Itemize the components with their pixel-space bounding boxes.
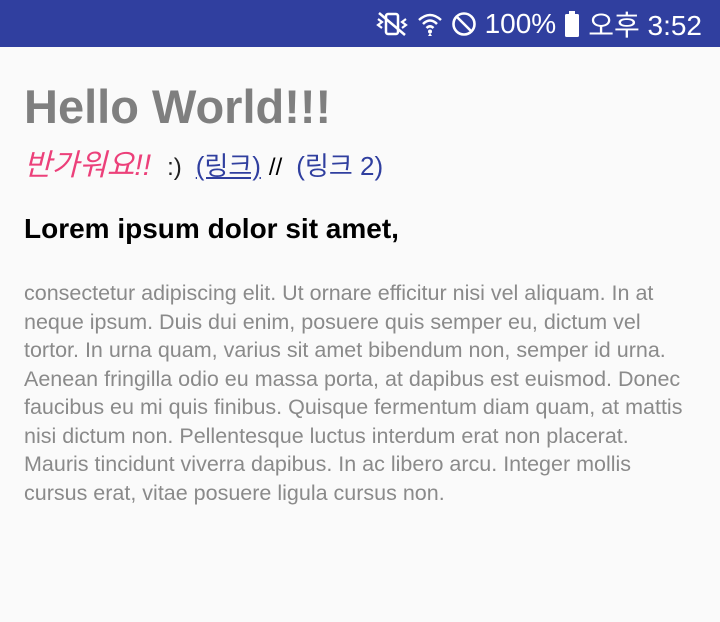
do-not-disturb-icon — [451, 11, 477, 37]
status-icons: 100% 오후 3:52 — [375, 0, 702, 47]
page-title: Hello World!!! — [24, 80, 332, 133]
section-heading: Lorem ipsum dolor sit amet, — [24, 213, 399, 244]
greeting-text: 반가워요!! — [24, 149, 152, 182]
link-2[interactable]: (링크 2) — [296, 146, 383, 183]
battery-icon — [564, 10, 580, 38]
separator-text: // — [268, 154, 283, 181]
body-paragraph: consectetur adipiscing elit. Ut ornare e… — [24, 281, 683, 505]
vibrate-mute-icon — [375, 10, 409, 38]
battery-percent: 100% — [484, 7, 557, 39]
greeting-line: 반가워요!! :) (링크) // (링크 2) — [24, 140, 383, 183]
wifi-icon — [417, 10, 443, 38]
status-bar: 100% 오후 3:52 — [0, 0, 720, 47]
clock: 오후 3:52 — [588, 9, 702, 41]
smile-text: :) — [167, 154, 182, 181]
link-1[interactable]: (링크) — [196, 146, 261, 183]
